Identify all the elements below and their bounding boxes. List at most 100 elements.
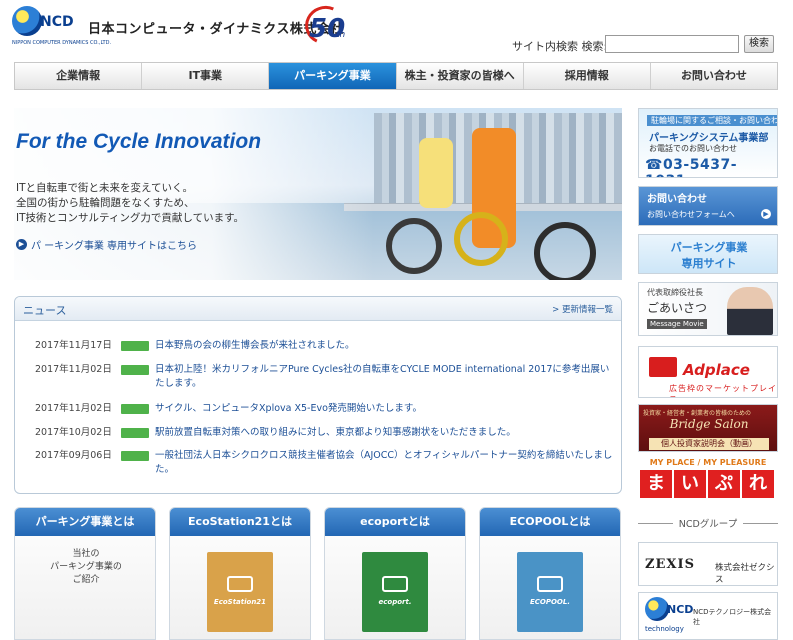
anniversary-suffix: th [336,30,346,40]
search-button[interactable]: 検索 [744,35,774,53]
ncdtech-company: NCDテクノロジー株式会社 [693,608,772,626]
president-photo [727,287,773,335]
news-date: 2017年09月06日 [35,450,112,461]
news-badge-icon [121,428,149,438]
card-ecostation21[interactable]: EcoStation21とは EcoStation21 [169,507,311,640]
banner-ncd-technology[interactable]: NCD technology NCDテクノロジー株式会社 [638,592,778,640]
search-label: サイト内検索 検索: [512,40,608,53]
banner-bridge-salon[interactable]: 投資家・経営者・創業者の皆様のための Bridge Salon 個人投資家説明会… [638,404,778,452]
card-body-line: パーキング事業の [50,562,122,572]
tab-investors[interactable]: 株主・投資家の皆様へ [397,63,524,89]
news-link[interactable]: 日本野鳥の会の柳生博会長が来社されました。 [155,339,615,353]
greeting-title: ごあいさつ [647,301,708,315]
card-ecoport[interactable]: ecoportとは ecoport. [324,507,466,640]
bicycle-wheel-image [534,222,596,280]
news-link[interactable]: サイクル、コンピュータXplova X5-Evo発売開始いたします。 [155,402,615,416]
search-input[interactable] [605,35,739,53]
logo-text: NCD [40,14,74,30]
hero-line: IT技術とコンサルティング力で貢献しています。 [16,212,245,224]
news-item: 2017年11月17日 日本野鳥の会の柳生博会長が来社されました。 [35,339,615,353]
news-badge-icon [121,341,149,351]
ecostation21-image: EcoStation21 [207,552,273,632]
card-title[interactable]: EcoStation21とは [170,508,310,536]
card-body-line: 当社の [72,549,100,559]
parking-division: パーキングシステム事業部 [649,133,769,144]
parking-site-line2: 専用サイト [681,257,737,270]
arrow-right-icon: ▶ [16,239,27,250]
bridge-sub: 個人投資家説明会（動画） [649,438,769,450]
ecopool-image: ECOPOOL. [517,552,583,632]
phone-number: ☎03-5437-1031 [645,157,738,177]
maipure-logo: ま い ぷ れ [640,470,774,498]
divider [743,522,778,524]
cyclist-girl-image [419,138,453,208]
tab-it-business[interactable]: IT事業 [142,63,270,89]
news-item: 2017年10月02日 駅前放置自転車対策への取り組みに対し、東京都より知事感謝… [35,426,615,440]
globe-icon [12,6,42,36]
zexis-company: 株式会社ゼクシス [715,563,775,585]
news-link[interactable]: 日本初上陸！米カリフォルニアPure Cycles社の自転車をCYCLE MOD… [155,363,615,391]
parking-site-link[interactable]: ▶ パ ーキング事業 専用サイトはこちら [16,237,197,252]
parking-site-line1: パーキング事業 [670,241,748,254]
card-title[interactable]: ecoportとは [325,508,465,536]
hero-text: ITと自転車で街と未来を変えていく。 全国の街から駐輪問題をなくすため、 IT技… [16,181,296,226]
logo-subtext: NIPPON COMPUTER DYNAMICS CO.,LTD. [12,40,112,46]
global-nav: 企業情報 IT事業 パーキング事業 株主・投資家の皆様へ 採用情報 お問い合わせ [14,62,778,90]
news-date: 2017年11月02日 [35,403,112,414]
phone-label: お電話でのお問い合わせ [649,144,737,153]
card-title[interactable]: パーキング事業とは [15,508,155,536]
zexis-logo: ZEXIS [645,557,695,572]
banner-greeting[interactable]: 代表取締役社長 ごあいさつ Message Movie [638,282,778,336]
maipure-char: れ [742,470,774,498]
banner-maipure[interactable]: MY PLACE / MY PLEASURE ま い ぷ れ [638,458,778,500]
banner-parking-system[interactable]: 駐輪場に関するご相談・お問い合わせ パーキングシステム事業部 お電話でのお問い合… [638,108,778,178]
contact-sub: お問い合わせフォームへ [647,210,735,219]
ncdtech-sub: technology [645,625,684,633]
banner-contact[interactable]: お問い合わせ お問い合わせフォームへ ▶ [638,186,778,226]
news-link[interactable]: 一般社団法人日本シクロクロス競技主催者協会（AJOCC）とオフィシャルパートナー… [155,449,615,477]
ncd-group-label: NCDグループ [678,519,738,530]
tab-company-info[interactable]: 企業情報 [15,63,143,89]
parking-site-link-text[interactable]: パ ーキング事業 専用サイトはこちら [31,237,197,252]
ncd-group-heading: NCDグループ [638,516,778,530]
card-ecopool[interactable]: ECOPOOLとは ECOPOOL. [479,507,621,640]
maipure-char: ま [640,470,672,498]
news-item: 2017年09月06日 一般社団法人日本シクロクロス競技主催者協会（AJOCC）… [35,449,615,477]
ecoport-logo: ecoport. [378,598,412,606]
banner-zexis[interactable]: ZEXIS 株式会社ゼクシス [638,542,778,586]
tab-contact[interactable]: お問い合わせ [651,63,777,89]
message-movie-badge: Message Movie [647,319,707,329]
card-parking-business[interactable]: パーキング事業とは 当社の パーキング事業の ご紹介 [14,507,156,640]
ncdtech-logo: NCD [667,603,694,616]
news-date: 2017年11月02日 [35,364,112,375]
news-date: 2017年10月02日 [35,427,112,438]
globe-icon [645,597,669,621]
hero-title: For the Cycle Innovation [16,130,262,153]
ecopool-logo: ECOPOOL. [529,598,571,606]
divider [638,522,673,524]
tab-parking-business[interactable]: パーキング事業 [269,63,397,89]
adplace-logo: Adplace [683,361,750,379]
contact-title: お問い合わせ [647,194,707,205]
banner-adplace[interactable]: Adplace 広告枠のマーケットプレイス [638,346,778,398]
greeting-role: 代表取締役社長 [647,288,703,297]
maipure-char: ぷ [708,470,740,498]
news-link[interactable]: 駅前放置自転車対策への取り組みに対し、東京都より知事感謝状をいただきました。 [155,426,615,440]
news-title: ニュース [23,304,67,317]
bridge-top: 投資家・経営者・創業者の皆様のための [643,410,752,417]
news-date: 2017年11月17日 [35,340,112,351]
page: NCD NIPPON COMPUTER DYNAMICS CO.,LTD. 日本… [0,0,793,640]
banner-parking-site[interactable]: パーキング事業 専用サイト [638,234,778,274]
bicycle-wheel-image [454,212,508,266]
news-more-link[interactable]: > 更新情報一覧 [552,303,613,315]
bicycle-wheel-image [386,218,442,274]
news-header: ニュース > 更新情報一覧 [15,297,621,321]
bicycle-icon [382,576,408,592]
card-body-line: ご紹介 [72,575,100,585]
news-badge-icon [121,451,149,461]
card-title[interactable]: ECOPOOLとは [480,508,620,536]
ncd-logo[interactable]: NCD NIPPON COMPUTER DYNAMICS CO.,LTD. [12,4,111,50]
maipure-tagline: MY PLACE / MY PLEASURE [649,458,767,467]
ecostation21-logo: EcoStation21 [213,598,267,606]
tab-recruit[interactable]: 採用情報 [524,63,651,89]
